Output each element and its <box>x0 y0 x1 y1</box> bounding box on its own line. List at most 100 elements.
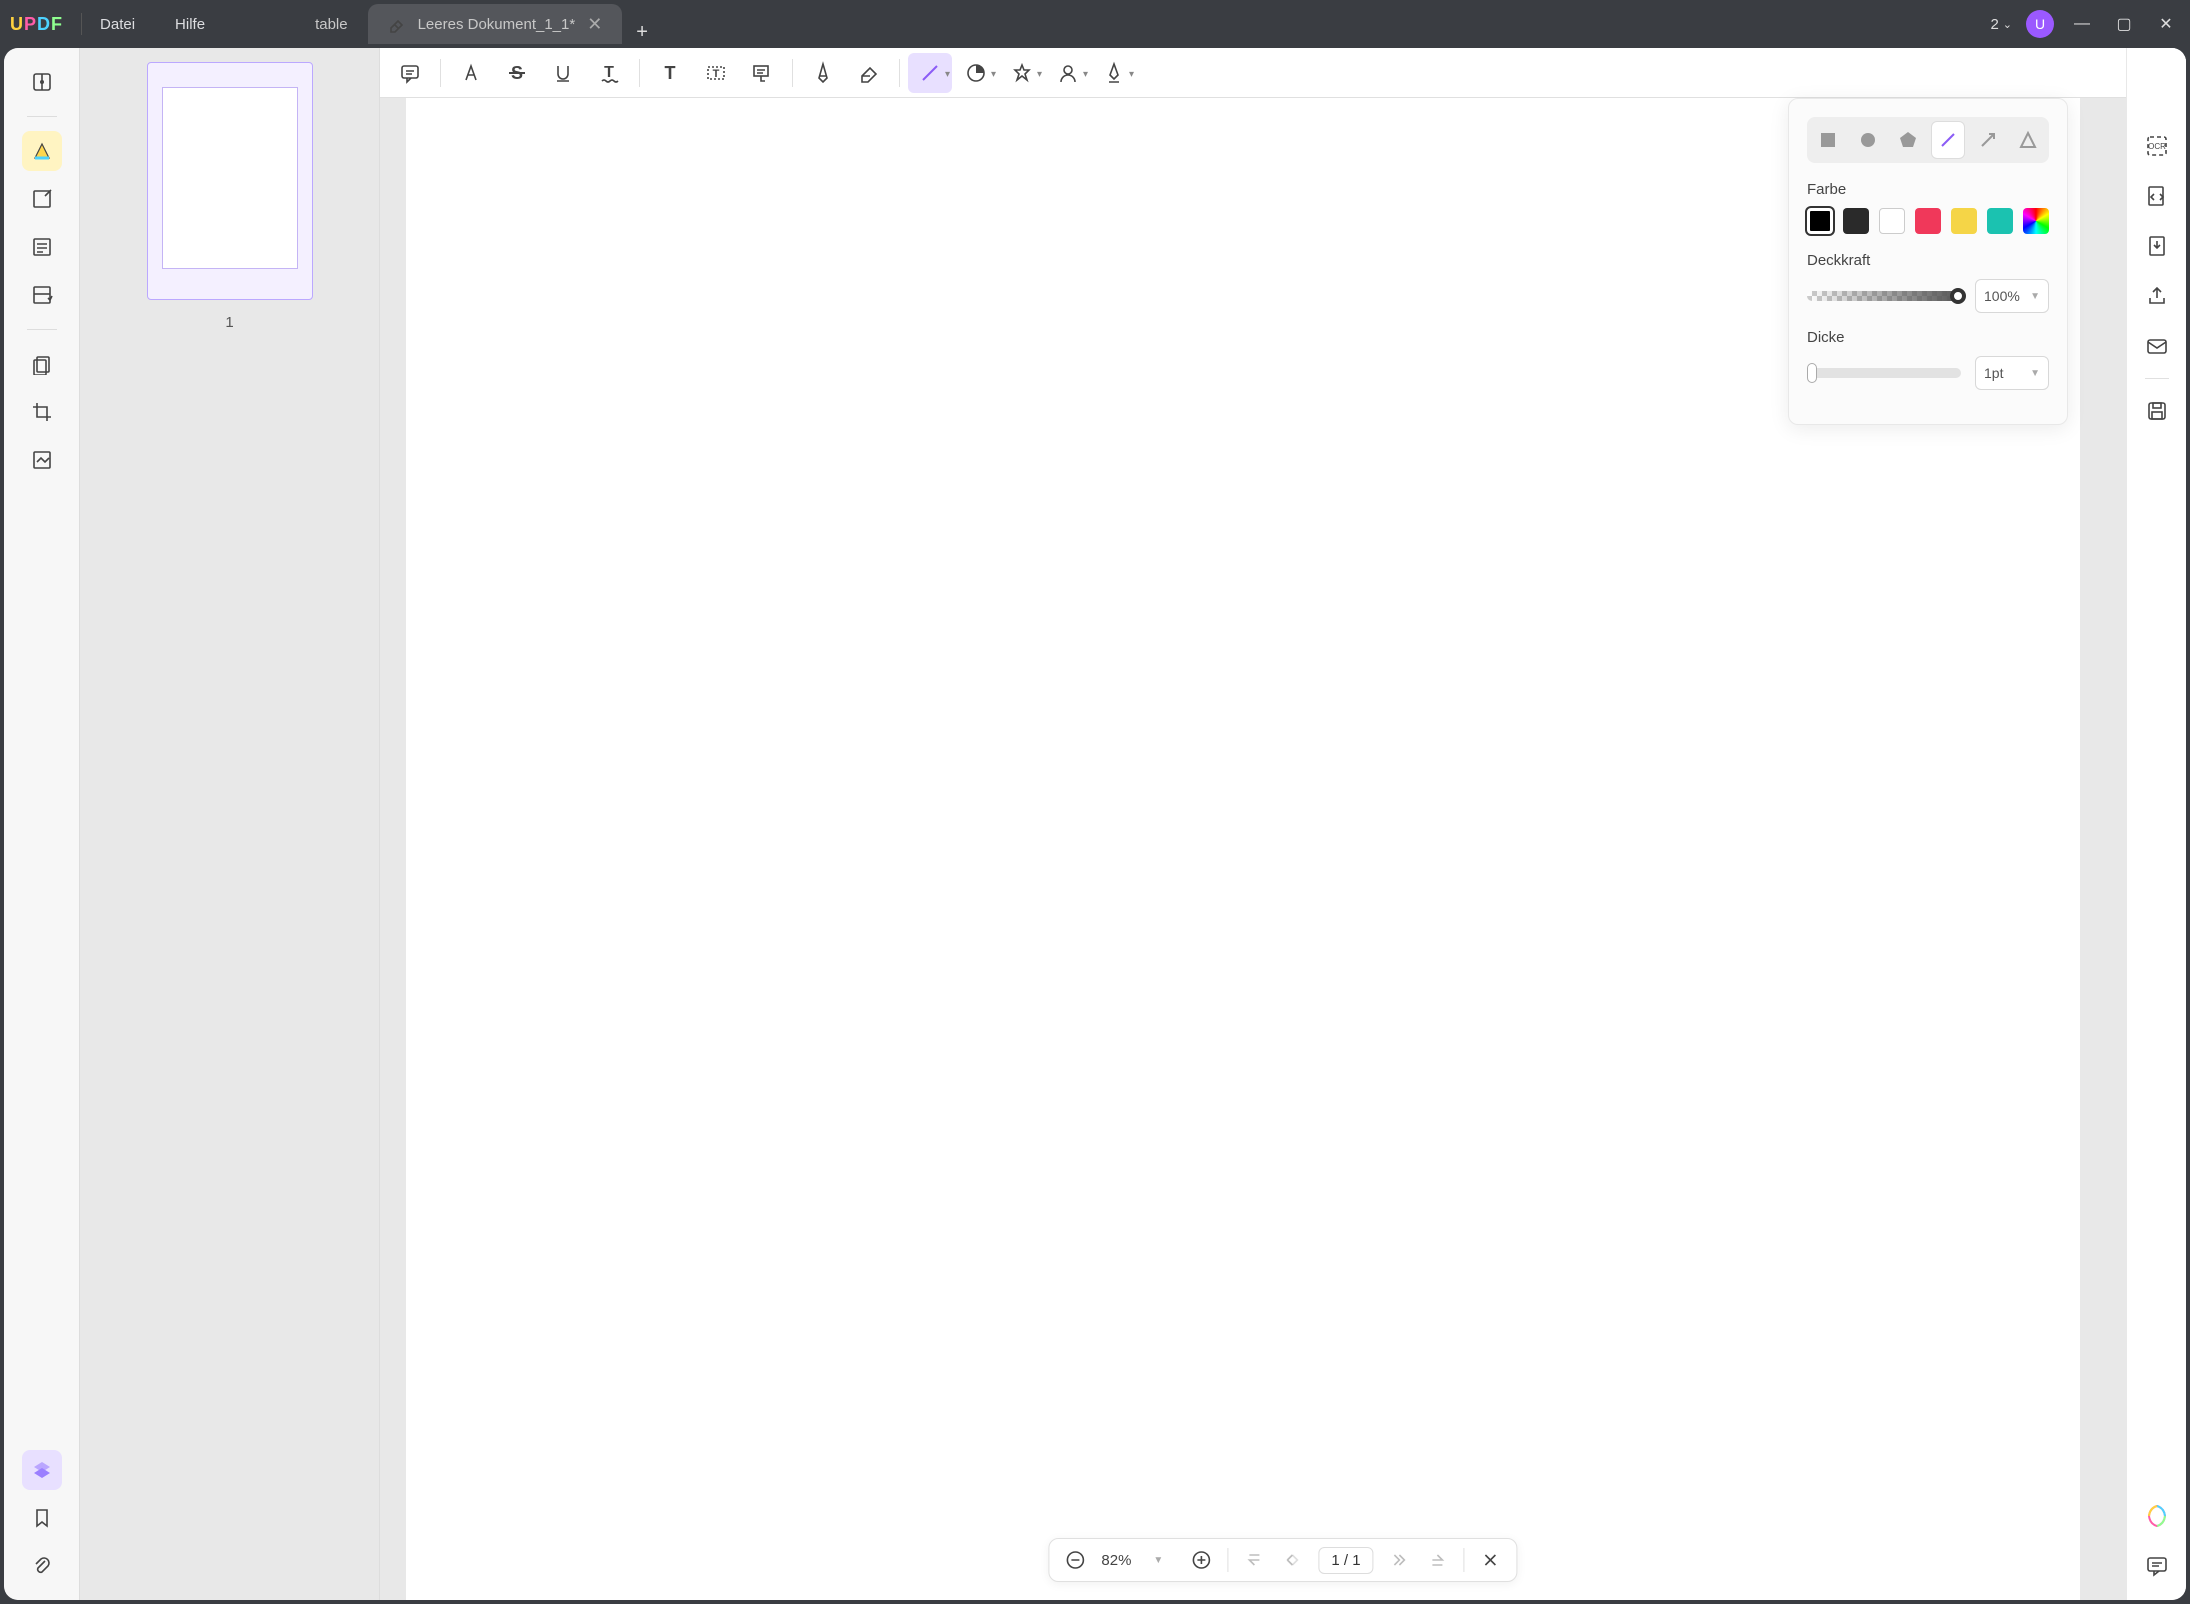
divider <box>27 329 57 330</box>
color-swatch-rainbow[interactable] <box>2023 208 2049 234</box>
tab-label: table <box>315 16 348 33</box>
slider-handle[interactable] <box>1807 363 1817 383</box>
shape-line[interactable] <box>1931 121 1965 159</box>
stamp-button[interactable]: ▾ <box>1000 53 1044 93</box>
opacity-row: 100%▼ <box>1807 279 2049 313</box>
chevron-down-icon: ▼ <box>2030 368 2040 379</box>
note-button[interactable] <box>388 53 432 93</box>
left-sidebar <box>4 48 80 1600</box>
share-button[interactable] <box>2139 278 2175 314</box>
highlight-button[interactable] <box>449 53 493 93</box>
shape-triangle[interactable] <box>2011 121 2045 159</box>
layers-tool[interactable] <box>22 1450 62 1490</box>
thumbnail-number: 1 <box>94 314 365 331</box>
eraser-button[interactable] <box>847 53 891 93</box>
email-button[interactable] <box>2139 328 2175 364</box>
shape-circle[interactable] <box>1851 121 1885 159</box>
sign-button[interactable]: ▾ <box>1092 53 1136 93</box>
redact-tool[interactable] <box>22 440 62 480</box>
chevron-down-icon: ▼ <box>1153 1555 1163 1566</box>
save-button[interactable] <box>2139 393 2175 429</box>
close-toolbar-button[interactable] <box>1479 1548 1503 1572</box>
chevron-down-icon: ⌄ <box>2003 18 2012 31</box>
squiggly-button[interactable]: T <box>587 53 631 93</box>
shape-pentagon[interactable] <box>1891 121 1925 159</box>
avatar[interactable]: U <box>2026 10 2054 38</box>
separator <box>899 59 900 87</box>
zoom-out-button[interactable] <box>1063 1548 1087 1572</box>
page-thumbnail[interactable] <box>147 62 313 300</box>
divider <box>2145 378 2169 379</box>
comment-list-button[interactable] <box>2139 1548 2175 1584</box>
ai-button[interactable] <box>2139 1498 2175 1534</box>
attachment-tool[interactable] <box>22 1546 62 1586</box>
sticker-button[interactable]: ▾ <box>954 53 998 93</box>
signature-button[interactable]: ▾ <box>1046 53 1090 93</box>
organize-tool[interactable] <box>22 344 62 384</box>
form-tool[interactable] <box>22 275 62 315</box>
page-indicator[interactable]: 1 / 1 <box>1318 1547 1373 1574</box>
divider <box>27 116 57 117</box>
crop-tool[interactable] <box>22 392 62 432</box>
bookmark-tool[interactable] <box>22 1498 62 1538</box>
shape-line-button[interactable]: ▾ <box>908 53 952 93</box>
thickness-slider[interactable] <box>1807 368 1961 378</box>
eraser-icon <box>388 15 406 33</box>
tab-close-button[interactable]: ✕ <box>587 14 602 35</box>
color-swatch-white[interactable] <box>1879 208 1905 234</box>
tab-active[interactable]: Leeres Dokument_1_1* ✕ <box>368 4 623 44</box>
thickness-row: 1pt▼ <box>1807 356 2049 390</box>
shape-rectangle[interactable] <box>1811 121 1845 159</box>
shape-arrow[interactable] <box>1971 121 2005 159</box>
separator <box>440 59 441 87</box>
last-page-button[interactable] <box>1426 1548 1450 1572</box>
tab-inactive[interactable]: table <box>295 4 368 44</box>
opacity-label: Deckkraft <box>1807 252 2049 269</box>
window-count[interactable]: 2⌄ <box>1990 16 2012 33</box>
new-tab-button[interactable]: + <box>636 21 648 44</box>
zoom-in-button[interactable] <box>1189 1548 1213 1572</box>
opacity-slider[interactable] <box>1807 291 1961 301</box>
thickness-label: Dicke <box>1807 329 2049 346</box>
opacity-value-select[interactable]: 100%▼ <box>1975 279 2049 313</box>
main-area: S T T T ▾ ▾ ▾ ▾ ▾ <box>380 48 2186 1600</box>
minimize-button[interactable]: — <box>2068 15 2096 33</box>
color-swatch-teal[interactable] <box>1987 208 2013 234</box>
svg-text:T: T <box>713 68 720 80</box>
titlebar-right: 2⌄ U — ▢ ✕ <box>1990 10 2180 38</box>
separator <box>81 13 82 35</box>
ocr-button[interactable]: OCR <box>2139 128 2175 164</box>
zoom-value-select[interactable]: 82%▼ <box>1101 1552 1175 1569</box>
first-page-button[interactable] <box>1242 1548 1266 1572</box>
textbox-button[interactable]: T <box>694 53 738 93</box>
thickness-value-select[interactable]: 1pt▼ <box>1975 356 2049 390</box>
color-swatch-black-outline[interactable] <box>1807 208 1833 234</box>
edit-tool[interactable] <box>22 179 62 219</box>
dropdown-icon: ▾ <box>991 69 996 80</box>
color-swatch-black[interactable] <box>1843 208 1869 234</box>
next-page-button[interactable] <box>1388 1548 1412 1572</box>
prev-page-button[interactable] <box>1280 1548 1304 1572</box>
callout-button[interactable] <box>740 53 784 93</box>
pencil-button[interactable] <box>801 53 845 93</box>
convert-button[interactable] <box>2139 178 2175 214</box>
menu-help[interactable]: Hilfe <box>175 16 205 33</box>
page-tool[interactable] <box>22 227 62 267</box>
maximize-button[interactable]: ▢ <box>2110 14 2138 34</box>
titlebar: UPDF Datei Hilfe table Leeres Dokument_1… <box>0 0 2190 48</box>
shape-picker <box>1807 117 2049 163</box>
comment-tool[interactable] <box>22 131 62 171</box>
separator <box>792 59 793 87</box>
slider-handle[interactable] <box>1950 288 1966 304</box>
thumbnail-panel: 1 <box>80 48 380 1600</box>
color-swatch-yellow[interactable] <box>1951 208 1977 234</box>
compress-button[interactable] <box>2139 228 2175 264</box>
close-window-button[interactable]: ✕ <box>2152 14 2180 34</box>
reader-tool[interactable] <box>22 62 62 102</box>
color-swatch-red[interactable] <box>1915 208 1941 234</box>
underline-button[interactable] <box>541 53 585 93</box>
menu-file[interactable]: Datei <box>100 16 135 33</box>
text-button[interactable]: T <box>648 53 692 93</box>
dropdown-icon: ▾ <box>1129 69 1134 80</box>
strikethrough-button[interactable]: S <box>495 53 539 93</box>
